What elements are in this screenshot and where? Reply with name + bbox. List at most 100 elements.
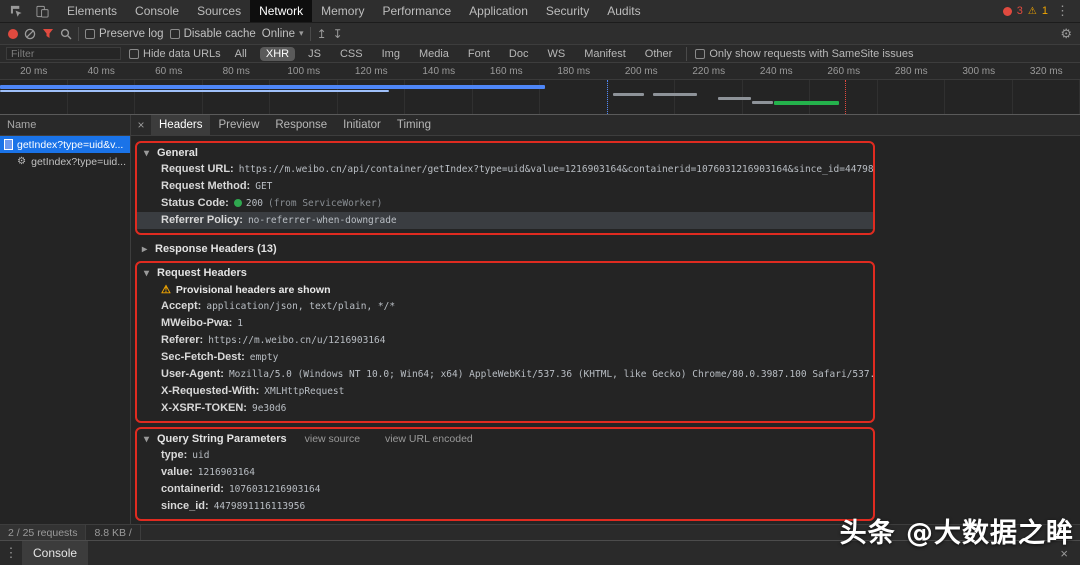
tab-performance[interactable]: Performance [373,0,460,22]
warning-count[interactable]: 1 [1042,5,1048,17]
view-source-link[interactable]: view source [305,433,360,445]
checkbox-icon [695,48,706,59]
filter-pill-doc[interactable]: Doc [503,47,535,61]
response-headers-section-header[interactable]: ▸ Response Headers (13) [133,239,1074,259]
name-column-header[interactable]: Name [0,115,130,136]
disclosure-expanded-icon[interactable]: ▾ [144,268,153,279]
filter-pill-all[interactable]: All [229,47,253,61]
preserve-log-checkbox[interactable]: Preserve log [85,28,164,40]
general-section-title: General [157,147,198,159]
header-name: Accept: [161,300,202,312]
tab-application[interactable]: Application [460,0,537,22]
detail-tab-response[interactable]: Response [267,115,335,136]
search-icon[interactable] [60,28,72,40]
status-ok-dot [233,199,242,207]
header-name: X-Requested-With: [161,385,260,397]
disclosure-collapsed-icon[interactable]: ▸ [142,244,151,255]
checkbox-icon [85,28,95,39]
left-icon-group [0,0,58,22]
query-params-section-header[interactable]: ▾ Query String Parameters view source vi… [137,430,873,447]
samesite-checkbox[interactable]: Only show requests with SameSite issues [695,48,914,60]
main-tab-strip: Elements Console Sources Network Memory Perfo… [58,0,650,22]
waterfall-bar [718,97,751,100]
filter-pill-js[interactable]: JS [302,47,327,61]
header-row: X-Requested-With: XMLHttpRequest [137,383,873,400]
general-section-header[interactable]: ▾ General [137,144,873,161]
checkbox-icon [129,48,139,59]
toolbar-divider [78,26,79,41]
tab-memory[interactable]: Memory [312,0,373,22]
requests-summary: 2 / 25 requests [0,525,87,540]
filter-pill-font[interactable]: Font [462,47,496,61]
header-value: https://m.weibo.cn/u/1216903164 [208,335,386,346]
filter-pill-media[interactable]: Media [413,47,455,61]
filter-funnel-icon[interactable] [42,28,54,39]
detail-tab-strip: Headers Preview Response Initiator Timing [151,114,439,136]
filter-pill-img[interactable]: Img [376,47,406,61]
tab-console[interactable]: Console [126,0,188,22]
disable-cache-checkbox[interactable]: Disable cache [169,27,256,40]
header-name: User-Agent: [161,368,224,380]
filter-pill-manifest[interactable]: Manifest [578,47,632,61]
filter-pill-other[interactable]: Other [639,47,679,61]
device-toolbar-icon[interactable] [30,0,54,22]
filter-pill-ws[interactable]: WS [541,47,571,61]
hide-data-urls-checkbox[interactable]: Hide data URLs [129,48,221,60]
network-overview[interactable]: 20 ms 40 ms 60 ms 80 ms 100 ms 120 ms 140 ms 16… [0,63,1080,115]
header-row: User-Agent: Mozilla/5.0 (Windows NT 10.0;… [137,366,873,383]
header-name: Status Code: [161,197,229,209]
waterfall-bar [653,93,697,96]
request-row[interactable]: getIndex?type=uid&v... [0,136,130,153]
timeline-tick-label: 120 ms [354,66,388,77]
detail-tab-initiator[interactable]: Initiator [335,115,389,136]
warning-badge-icon[interactable]: ⚠ [1028,6,1037,17]
drawer-menu-icon[interactable]: ⋮ [0,545,22,561]
request-row[interactable]: ⚙ getIndex?type=uid... [0,153,130,170]
error-count[interactable]: 3 [1017,5,1023,17]
waterfall-bar [774,101,840,105]
filter-pill-xhr[interactable]: XHR [259,46,296,61]
header-row: X-XSRF-TOKEN: 9e30d6 [137,400,873,417]
timeline-graph[interactable] [0,80,1080,114]
disclosure-expanded-icon[interactable]: ▾ [144,434,153,445]
view-url-encoded-link[interactable]: view URL encoded [385,433,473,445]
header-row: MWeibo-Pwa: 1 [137,315,873,332]
response-headers-title: Response Headers (13) [155,243,277,255]
timeline-tick-label: 60 ms [155,66,183,77]
request-headers-section-header[interactable]: ▾ Request Headers [137,264,873,281]
header-row: type: uid [137,447,873,464]
tabbar-right-group: 3 ⚠ 1 ⋮ [1002,0,1080,22]
network-settings-gear-icon[interactable]: ⚙ [1060,26,1072,42]
waterfall-bar [613,93,644,96]
error-badge-icon[interactable] [1002,6,1012,16]
detail-tab-bar: × Headers Preview Response Initiator Timing [131,114,1080,136]
devtools-menu-icon[interactable]: ⋮ [1053,3,1072,19]
tab-network[interactable]: Network [250,0,313,22]
drawer-tab-console[interactable]: Console [22,540,89,565]
tab-elements[interactable]: Elements [58,0,126,22]
disclosure-expanded-icon[interactable]: ▾ [144,148,153,159]
network-content: Name getIndex?type=uid&v... ⚙ getIndex?typ… [0,114,1080,524]
header-row: since_id: 4479891116113956 [137,498,873,515]
close-details-icon[interactable]: × [131,118,151,132]
export-har-icon[interactable]: ↧ [333,28,343,40]
filter-input[interactable] [6,47,121,60]
warning-icon: ⚠ [161,284,171,296]
detail-tab-preview[interactable]: Preview [210,115,267,136]
record-button[interactable] [8,28,18,39]
detail-tab-timing[interactable]: Timing [389,115,439,136]
preserve-log-label: Preserve log [99,27,164,40]
timeline-tick-label: 320 ms [1029,66,1063,77]
tab-audits[interactable]: Audits [598,0,649,22]
detail-tab-headers[interactable]: Headers [151,114,211,136]
import-har-icon[interactable]: ↥ [317,28,327,40]
header-name: type: [161,449,188,461]
disable-cache-label: Disable cache [183,27,256,40]
filter-pill-css[interactable]: CSS [334,47,369,61]
timeline-ticks: 20 ms 40 ms 60 ms 80 ms 100 ms 120 ms 140 ms 16… [0,63,1080,80]
inspect-element-icon[interactable] [4,0,28,22]
tab-sources[interactable]: Sources [188,0,250,22]
clear-icon[interactable] [24,28,36,40]
tab-security[interactable]: Security [537,0,598,22]
throttling-select[interactable]: Online ▾ [262,28,304,40]
